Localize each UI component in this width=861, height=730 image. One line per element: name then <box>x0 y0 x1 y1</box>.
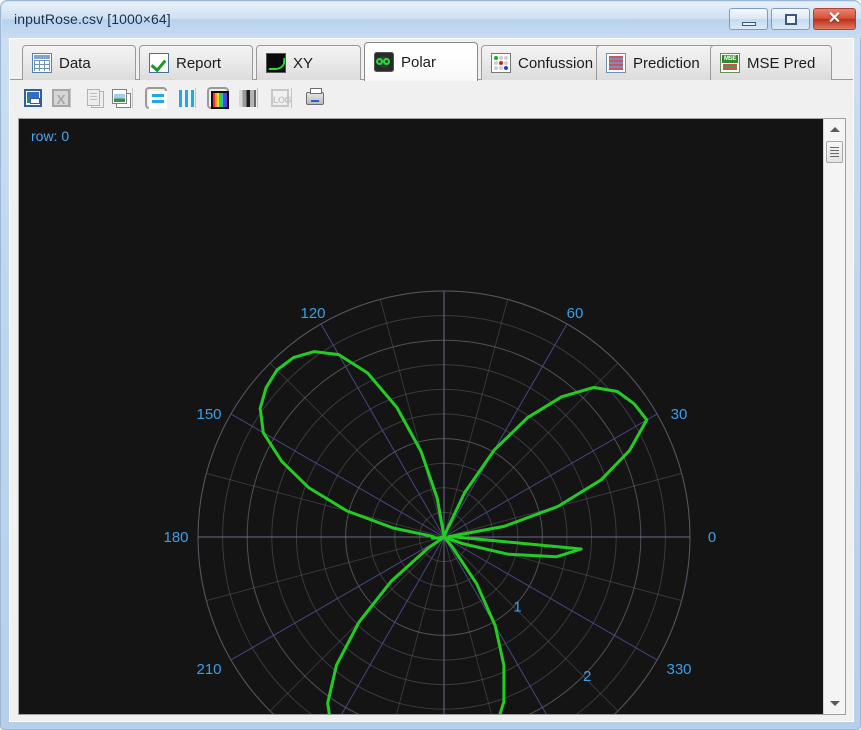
export-excel-button: X <box>48 85 74 111</box>
excel-icon-art: X <box>52 89 70 107</box>
tab-msepred[interactable]: MSE MSE Pred <box>710 45 832 80</box>
confusion-dots-grid <box>493 55 509 71</box>
save-image-icon <box>22 87 44 109</box>
angle-tick-label: 60 <box>567 305 584 322</box>
save-image-icon-art <box>24 89 42 107</box>
close-button[interactable]: ✕ <box>813 8 856 30</box>
angle-tick-label: 330 <box>666 661 691 678</box>
tab-label: Confussion <box>518 54 594 72</box>
angle-tick-label: 120 <box>300 305 325 322</box>
vertical-bars-icon-art <box>179 90 194 107</box>
angle-tick-label: 180 <box>163 529 188 546</box>
maximize-icon <box>785 14 797 25</box>
toolbar: X LOG <box>10 80 853 116</box>
tab-label: XY <box>293 54 314 72</box>
confusion-dots-icon <box>491 53 511 73</box>
log-scale-button: LOG <box>267 85 293 111</box>
printer-icon <box>304 87 326 109</box>
tab-strip: Data Report XY Polar Confussion Prediction MSE… <box>10 39 853 81</box>
excel-icon: X <box>50 87 72 109</box>
grayscale-palette-button[interactable] <box>234 85 260 111</box>
vertical-scrollbar[interactable] <box>823 119 845 714</box>
client-area: Data Report XY Polar Confussion Prediction MSE… <box>9 38 854 722</box>
printer-icon-art <box>306 88 324 105</box>
print-button[interactable] <box>302 85 328 111</box>
scroll-up-button[interactable] <box>824 119 845 139</box>
copy-image-button[interactable] <box>108 85 134 111</box>
tab-prediction[interactable]: Prediction <box>596 45 723 80</box>
horizontal-layout-button[interactable] <box>143 85 169 111</box>
tab-label: Polar <box>401 53 437 71</box>
bottom-strip <box>10 716 853 721</box>
waveform-icon <box>266 53 286 73</box>
tab-report[interactable]: Report <box>139 45 253 80</box>
checkmark-icon <box>149 53 169 73</box>
color-palette-button[interactable] <box>205 85 231 111</box>
copy-image-icon-art <box>112 89 127 104</box>
angle-tick-label: 30 <box>671 406 688 423</box>
table-grid-icon <box>32 53 52 73</box>
application-window: inputRose.csv [1000×64] ✕ Data Report XY Po… <box>0 0 861 730</box>
save-image-button[interactable] <box>20 85 46 111</box>
row-indicator-label: row: 0 <box>31 128 70 144</box>
grayscale-bars-icon-art <box>239 90 256 107</box>
polar-plot-canvas[interactable]: row: 0 0306012015018021024030033012 <box>19 119 823 714</box>
polar-grid <box>197 290 691 714</box>
copy-icon-art <box>87 89 100 106</box>
grid-spoke <box>206 536 445 602</box>
scrollbar-thumb[interactable] <box>826 141 843 163</box>
tab-label: MSE Pred <box>747 54 816 72</box>
minimize-icon <box>742 22 756 26</box>
radial-tick-label: 2 <box>583 668 591 685</box>
grid-spoke <box>443 536 492 714</box>
vertical-bars-icon <box>175 87 197 109</box>
tab-label: Prediction <box>633 54 700 72</box>
grid-spoke <box>230 536 445 661</box>
chevron-up-icon <box>830 127 840 132</box>
color-bars-icon <box>207 87 229 109</box>
angle-tick-label: 210 <box>196 661 221 678</box>
tab-label: Report <box>176 54 222 72</box>
minimize-button[interactable] <box>729 8 768 30</box>
window-title: inputRose.csv [1000×64] <box>14 11 171 27</box>
mse-grid-icon: MSE <box>720 53 740 73</box>
horizontal-bars-icon-art <box>149 91 167 109</box>
copy-image-icon <box>110 87 132 109</box>
grid-spoke <box>206 472 445 538</box>
radial-tick-label: 1 <box>513 599 521 616</box>
copy-icon <box>83 87 105 109</box>
prediction-grid-icon <box>606 53 626 73</box>
polar-rose-icon <box>374 52 394 72</box>
scroll-down-button[interactable] <box>824 694 845 714</box>
vertical-layout-button[interactable] <box>173 85 199 111</box>
title-bar[interactable]: inputRose.csv [1000×64] ✕ <box>2 2 861 38</box>
angle-tick-label: 150 <box>196 406 221 423</box>
grid-spoke <box>269 362 445 538</box>
log-icon: LOG <box>269 87 292 109</box>
horizontal-bars-icon <box>145 87 167 109</box>
grid-spoke <box>341 536 445 714</box>
chevron-down-icon <box>830 701 840 706</box>
angle-tick-label: 0 <box>708 529 716 546</box>
grid-spoke <box>443 299 509 538</box>
tab-xy[interactable]: XY <box>256 45 361 80</box>
tab-data[interactable]: Data <box>22 45 136 80</box>
plot-panel: row: 0 0306012015018021024030033012 <box>18 118 846 715</box>
close-icon: ✕ <box>827 10 842 27</box>
copy-button <box>81 85 107 111</box>
log-icon-art: LOG <box>271 89 292 107</box>
polar-chart-svg: 0306012015018021024030033012 <box>163 290 716 714</box>
tab-polar[interactable]: Polar <box>364 42 478 81</box>
grid-spoke <box>443 323 568 538</box>
grid-spoke <box>443 536 619 712</box>
color-bars-icon-art <box>211 91 229 109</box>
tab-label: Data <box>59 54 91 72</box>
mse-icon-label: MSE <box>722 55 738 63</box>
grayscale-bars-icon <box>236 87 258 109</box>
maximize-button[interactable] <box>771 8 810 30</box>
grid-spoke <box>379 299 445 538</box>
